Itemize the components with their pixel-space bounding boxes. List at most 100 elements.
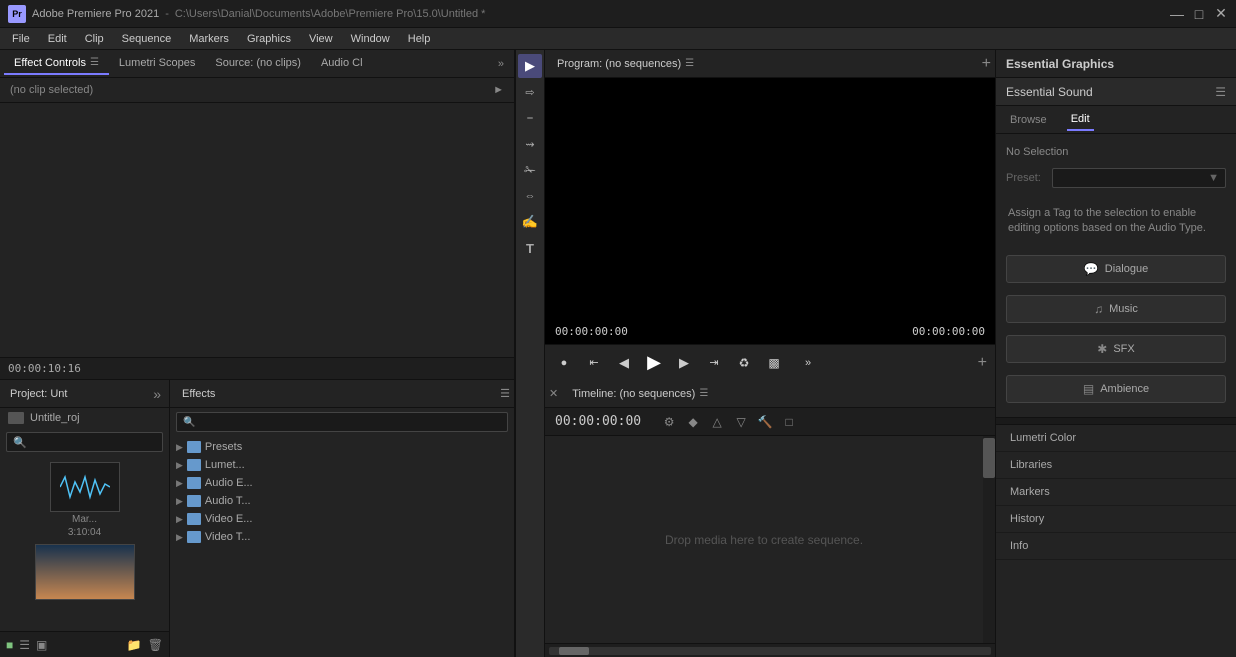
insert-button[interactable]: ♻ [733, 352, 755, 374]
tool-ripple-edit[interactable]: ⎯ [518, 106, 542, 130]
tool-rolling-edit[interactable]: ⇝ [518, 132, 542, 156]
file-path: - [165, 8, 169, 20]
monitor-add-icon[interactable]: + [982, 55, 991, 73]
minimize-button[interactable]: — [1170, 7, 1184, 21]
tab-timeline[interactable]: Timeline: (no sequences) ☰ [564, 384, 716, 404]
timeline-scrollbar-vertical-thumb[interactable] [983, 438, 995, 478]
tl-tool-insert[interactable]: △ [707, 412, 727, 432]
tree-item-lumetri[interactable]: ▶ Lumet... [170, 456, 514, 474]
tl-tool-magnet[interactable]: ⚙ [659, 412, 679, 432]
tl-tool-marker[interactable]: ◆ [683, 412, 703, 432]
project-delete-icon[interactable]: 🗑 [148, 638, 163, 652]
timeline-tab-menu-icon[interactable]: ☰ [699, 388, 708, 399]
essential-sound-menu-icon[interactable]: ☰ [1215, 85, 1226, 99]
tree-folder-audioe [187, 477, 201, 489]
close-button[interactable]: ✕ [1214, 7, 1228, 21]
tl-tool-wrench[interactable]: 🔨 [755, 412, 775, 432]
preset-dropdown[interactable]: ▼ [1052, 168, 1226, 188]
maximize-button[interactable]: □ [1192, 7, 1206, 21]
dialogue-icon: 💬 [1084, 262, 1099, 276]
music-button[interactable]: ♫ Music [1006, 295, 1226, 323]
tool-type[interactable]: T [518, 236, 542, 260]
step-back-button[interactable]: ⇤ [583, 352, 605, 374]
timeline-close-button[interactable]: ✕ [549, 387, 558, 400]
menu-markers[interactable]: Markers [181, 31, 237, 47]
timeline-body: Drop media here to create sequence. [545, 436, 983, 643]
sfx-button[interactable]: ✱ SFX [1006, 335, 1226, 363]
tool-slip[interactable]: ⇔ [518, 184, 542, 208]
tl-tool-captions[interactable]: □ [779, 412, 799, 432]
project-search-bar[interactable]: 🔍 [6, 432, 163, 452]
tab-effect-controls[interactable]: Effect Controls ☰ [4, 53, 109, 75]
tl-tool-overwrite[interactable]: ▽ [731, 412, 751, 432]
effect-controls-menu-icon[interactable]: ☰ [90, 57, 99, 68]
tool-select[interactable]: ▶ [518, 54, 542, 78]
tab-project[interactable]: Project: Unt [4, 384, 73, 404]
timeline-scrollbar-horizontal[interactable] [549, 647, 991, 655]
tab-source[interactable]: Source: (no clips) [205, 53, 311, 75]
menu-bar: File Edit Clip Sequence Markers Graphics… [0, 28, 1236, 50]
project-list-icon[interactable]: ■ [6, 638, 13, 652]
project-new-folder-icon[interactable]: 📁 [127, 638, 142, 652]
menu-sequence[interactable]: Sequence [114, 31, 180, 47]
overwrite-button[interactable]: ▩ [763, 352, 785, 374]
menu-graphics[interactable]: Graphics [239, 31, 299, 47]
menu-clip[interactable]: Clip [77, 31, 112, 47]
tree-item-audioe[interactable]: ▶ Audio E... [170, 474, 514, 492]
tool-hand[interactable]: ✍ [518, 210, 542, 234]
tree-item-audiot[interactable]: ▶ Audio T... [170, 492, 514, 510]
effect-controls-content: (no clip selected) ► 00:00:10:16 [0, 78, 514, 379]
effects-search-bar[interactable]: 🔍 [176, 412, 508, 432]
marker-button[interactable]: ● [553, 352, 575, 374]
app-icon: Pr [8, 5, 26, 23]
timeline-scrollbar-horizontal-thumb[interactable] [559, 647, 589, 655]
project-grid-icon[interactable]: ☰ [19, 638, 30, 652]
sfx-icon: ✱ [1097, 342, 1107, 356]
left-area: Effect Controls ☰ Lumetri Scopes Source:… [0, 50, 515, 657]
effects-menu-icon[interactable]: ☰ [500, 387, 510, 400]
tab-browse[interactable]: Browse [1006, 110, 1051, 130]
tab-edit[interactable]: Edit [1067, 109, 1094, 131]
play-button[interactable]: ▶ [643, 352, 665, 374]
prev-edit-button[interactable]: ◀ [613, 352, 635, 374]
step-forward-button[interactable]: ⇥ [703, 352, 725, 374]
timeline-panel: ✕ Timeline: (no sequences) ☰ 00:00:00:00… [545, 380, 995, 657]
list-item-lumetri-color[interactable]: Lumetri Color [996, 425, 1236, 452]
monitor-timecode-right: 00:00:00:00 [912, 325, 985, 338]
project-expand-icon[interactable]: » [149, 386, 165, 402]
effects-search-input[interactable] [199, 416, 501, 428]
project-icon-view[interactable]: ▣ [36, 638, 47, 652]
menu-edit[interactable]: Edit [40, 31, 75, 47]
next-edit-button[interactable]: ▶ [673, 352, 695, 374]
list-item-history[interactable]: History [996, 506, 1236, 533]
tab-program[interactable]: Program: (no sequences) ☰ [549, 54, 702, 74]
list-item-markers[interactable]: Markers [996, 479, 1236, 506]
program-monitor: Program: (no sequences) ☰ + 00:00:00:00 … [545, 50, 995, 380]
list-item-info[interactable]: Info [996, 533, 1236, 560]
menu-window[interactable]: Window [343, 31, 398, 47]
list-item-libraries[interactable]: Libraries [996, 452, 1236, 479]
add-control-button[interactable]: + [978, 354, 987, 372]
menu-help[interactable]: Help [400, 31, 439, 47]
tool-razor[interactable]: ✁ [518, 158, 542, 182]
menu-view[interactable]: View [301, 31, 341, 47]
tab-audio-clip[interactable]: Audio Cl [311, 53, 373, 75]
panel-more-button[interactable]: » [492, 58, 510, 70]
right-panel: Essential Graphics Essential Sound ☰ Bro… [996, 50, 1236, 657]
tree-item-videoe[interactable]: ▶ Video E... [170, 510, 514, 528]
project-file-icon [8, 412, 24, 424]
timeline-scrollbar-vertical[interactable] [983, 436, 995, 643]
sound-content: No Selection Preset: ▼ Assign a Tag to t… [996, 134, 1236, 417]
tree-item-videot[interactable]: ▶ Video T... [170, 528, 514, 546]
menu-file[interactable]: File [4, 31, 38, 47]
tool-track-select[interactable]: ⇨ [518, 80, 542, 104]
ambience-button[interactable]: ▤ Ambience [1006, 375, 1226, 403]
program-tab-menu-icon[interactable]: ☰ [685, 58, 694, 69]
tree-item-presets[interactable]: ▶ Presets [170, 438, 514, 456]
controls-more-icon[interactable]: » [797, 352, 819, 374]
timeline-body-area: Drop media here to create sequence. [545, 436, 995, 643]
tab-effects[interactable]: Effects [174, 384, 223, 404]
tab-lumetri-scopes[interactable]: Lumetri Scopes [109, 53, 205, 75]
no-clip-expand-icon[interactable]: ► [493, 84, 504, 96]
dialogue-button[interactable]: 💬 Dialogue [1006, 255, 1226, 283]
